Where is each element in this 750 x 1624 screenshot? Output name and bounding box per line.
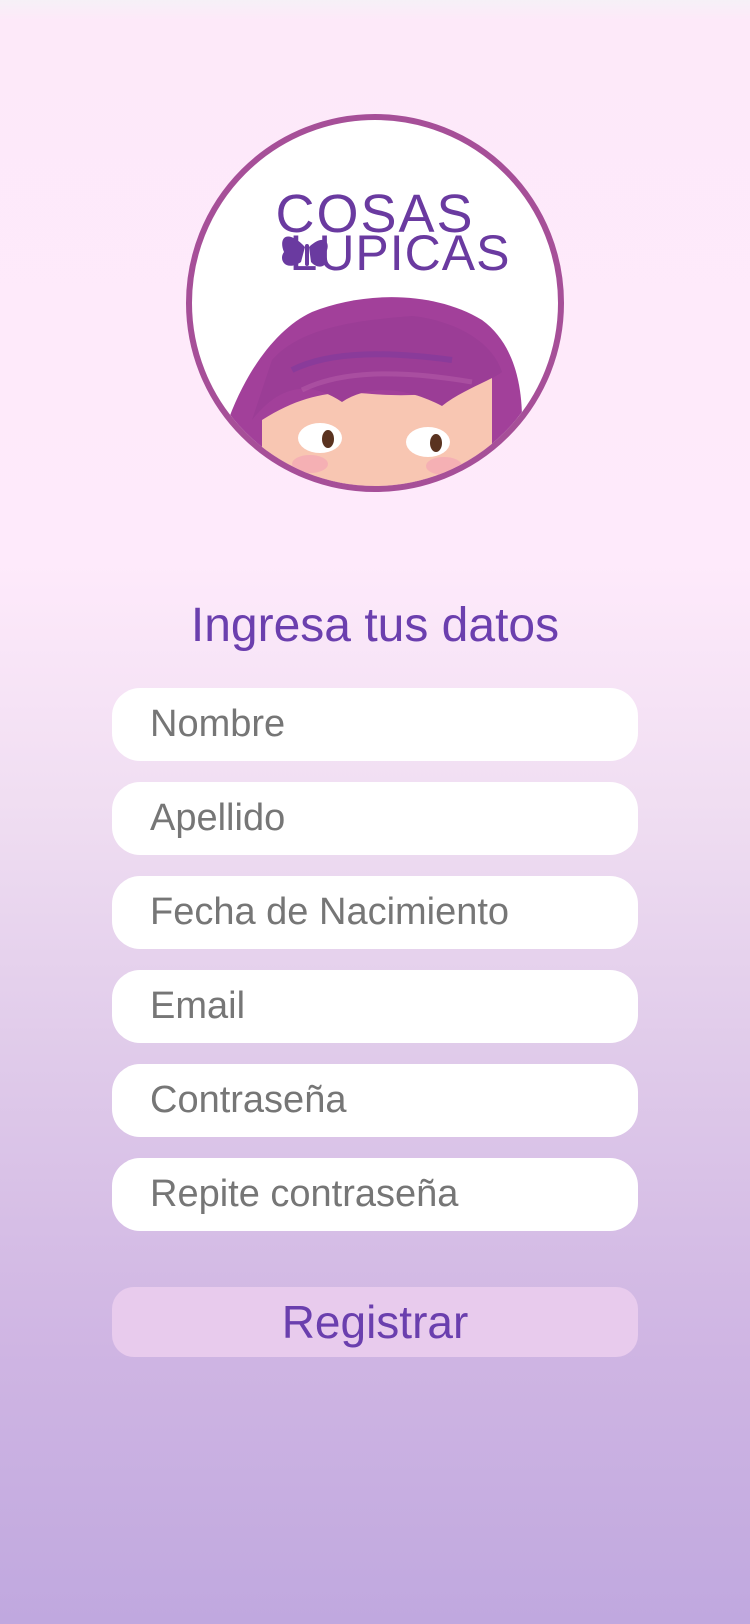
last-name-input[interactable]: Apellido (112, 782, 638, 855)
register-button[interactable]: Registrar (112, 1287, 638, 1357)
repeat-password-placeholder: Repite contraseña (150, 1173, 459, 1215)
logo-illustration: COSAS LUPICAS (212, 184, 522, 486)
email-placeholder: Email (150, 985, 246, 1027)
girl-face-illustration (212, 297, 522, 486)
first-name-placeholder: Nombre (150, 703, 286, 745)
repeat-password-input[interactable]: Repite contraseña (112, 1158, 638, 1231)
first-name-input[interactable]: Nombre (112, 688, 638, 761)
birth-date-placeholder: Fecha de Nacimiento (150, 891, 510, 933)
app-logo: COSAS LUPICAS (186, 114, 564, 492)
password-input[interactable]: Contraseña (112, 1064, 638, 1137)
logo-line-2: LUPICAS (290, 225, 511, 281)
form-title: Ingresa tus datos (190, 599, 560, 652)
register-button-label: Registrar (281, 1296, 469, 1348)
last-name-placeholder: Apellido (150, 797, 286, 839)
birth-date-input[interactable]: Fecha de Nacimiento (112, 876, 638, 949)
password-placeholder: Contraseña (150, 1079, 347, 1121)
email-input[interactable]: Email (112, 970, 638, 1043)
